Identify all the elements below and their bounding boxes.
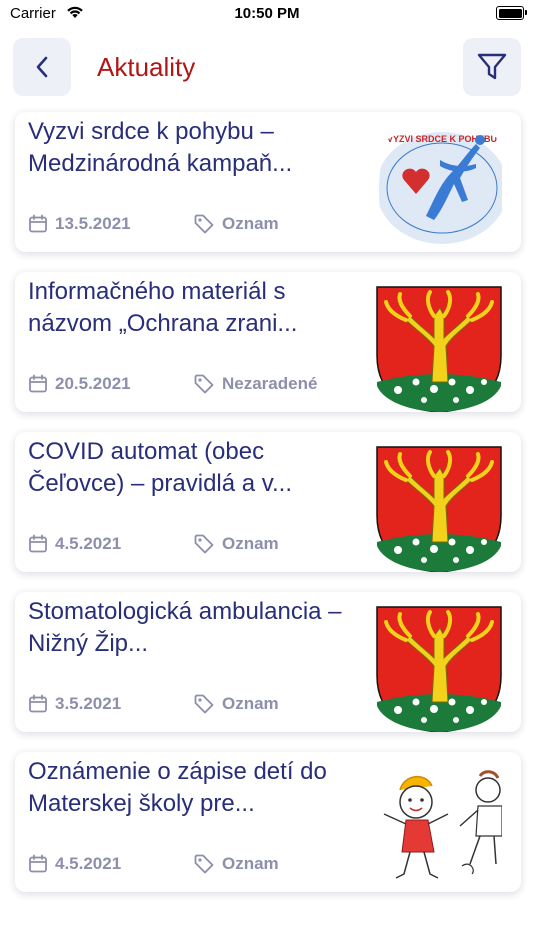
news-category: Oznam (193, 693, 279, 715)
news-title: COVID automat (obec Čeľovce) – pravidlá … (28, 438, 292, 497)
news-title: Oznámenie o zápise detí do Materskej ško… (28, 758, 327, 817)
news-card[interactable]: COVID automat (obec Čeľovce) – pravidlá … (15, 432, 521, 572)
news-date: 13.5.2021 (28, 213, 131, 235)
news-date-text: 13.5.2021 (55, 214, 131, 233)
news-date: 4.5.2021 (28, 853, 121, 875)
calendar-icon (29, 854, 47, 873)
news-category-text: Oznam (222, 694, 279, 713)
tag-icon (194, 694, 214, 714)
tag-icon (194, 214, 214, 234)
news-category: Oznam (193, 213, 279, 235)
news-category: Oznam (193, 853, 279, 875)
news-title: Informačného materiál s názvom „Ochrana … (28, 278, 298, 337)
news-category-text: Nezaradené (222, 374, 318, 393)
news-card[interactable]: Vyzvi srdce k pohybu – Medzinárodná kamp… (15, 112, 521, 252)
news-title: Vyzvi srdce k pohybu – Medzinárodná kamp… (28, 118, 293, 177)
news-date: 3.5.2021 (28, 693, 121, 715)
news-category-text: Oznam (222, 854, 279, 873)
status-bar: Carrier 10:50 PM (0, 0, 534, 28)
children-drawing-image (376, 766, 502, 892)
news-card[interactable]: Stomatologická ambulancia – Nižný Žip...… (15, 592, 521, 732)
news-card[interactable]: Oznámenie o zápise detí do Materskej ško… (15, 752, 521, 892)
news-category: Oznam (193, 533, 279, 555)
tag-icon (194, 534, 214, 554)
filter-button[interactable] (463, 38, 521, 96)
tag-icon (194, 854, 214, 874)
news-date-text: 4.5.2021 (55, 854, 122, 873)
back-button[interactable] (13, 38, 71, 96)
coat-of-arms-image (376, 286, 502, 412)
news-title: Stomatologická ambulancia – Nižný Žip... (28, 598, 342, 657)
news-category-text: Oznam (222, 214, 279, 233)
page-title: Aktuality (97, 52, 196, 82)
filter-icon (477, 53, 507, 80)
news-date-text: 3.5.2021 (55, 694, 122, 713)
coat-of-arms-image (376, 606, 502, 732)
tag-icon (194, 374, 214, 394)
calendar-icon (29, 694, 47, 713)
news-date-text: 4.5.2021 (55, 534, 122, 553)
news-date: 20.5.2021 (28, 373, 131, 395)
campaign-logo-image: VYZVI SRDCE K POHYBU (379, 132, 502, 244)
news-card[interactable]: Informačného materiál s názvom „Ochrana … (15, 272, 521, 412)
clock: 10:50 PM (234, 5, 300, 22)
news-date-text: 20.5.2021 (55, 374, 131, 393)
news-date: 4.5.2021 (28, 533, 121, 555)
battery-icon (496, 6, 527, 20)
calendar-icon (29, 534, 47, 553)
calendar-icon (29, 214, 47, 233)
navigation-header: Aktuality (0, 38, 534, 98)
chevron-left-icon (36, 56, 48, 78)
coat-of-arms-image (376, 446, 502, 572)
calendar-icon (29, 374, 47, 393)
news-category: Nezaradené (193, 373, 317, 395)
news-category-text: Oznam (222, 534, 279, 553)
